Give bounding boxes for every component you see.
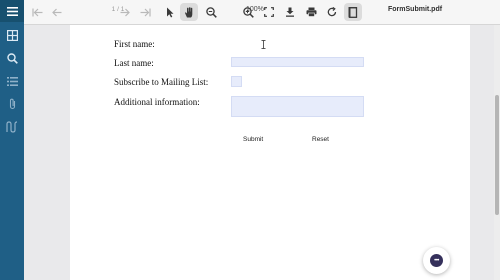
signature-button[interactable]	[0, 116, 24, 138]
last-page-button[interactable]	[138, 3, 152, 21]
chat-icon: •••	[430, 254, 443, 267]
fit-page-icon	[264, 7, 274, 17]
print-icon	[306, 7, 316, 17]
additional-info-field[interactable]	[231, 96, 364, 117]
pdf-page: First name: Last name: Subscribe to Mail…	[70, 25, 470, 280]
first-page-button[interactable]	[30, 3, 44, 21]
additional-info-label: Additional information:	[114, 97, 200, 107]
chat-button[interactable]: •••	[423, 247, 450, 274]
toolbar: 1 / 1 100% FormSubmit.pdf	[24, 0, 500, 25]
first-name-label: First name:	[114, 39, 155, 49]
zoom-out-button[interactable]	[204, 3, 218, 21]
text-cursor-icon	[261, 40, 266, 51]
thumbnails-button[interactable]	[0, 24, 24, 46]
thumbnails-icon	[6, 29, 18, 41]
document-properties-button[interactable]	[344, 3, 362, 21]
menu-icon	[6, 6, 18, 16]
attachments-button[interactable]	[0, 93, 24, 115]
select-cursor-icon	[167, 7, 174, 17]
next-page-icon	[120, 8, 130, 16]
subscribe-checkbox[interactable]	[231, 76, 242, 87]
zoom-in-icon	[242, 6, 254, 18]
download-button[interactable]	[283, 3, 297, 21]
last-page-icon	[140, 8, 151, 16]
menu-button[interactable]	[0, 0, 24, 22]
reset-button[interactable]: Reset	[312, 136, 329, 143]
zoom-out-icon	[205, 6, 217, 18]
rotate-button[interactable]	[325, 3, 339, 21]
subscribe-label: Subscribe to Mailing List:	[114, 77, 209, 87]
pan-tool-button[interactable]	[180, 3, 198, 21]
rotate-icon	[327, 7, 337, 17]
zoom-in-button[interactable]	[241, 3, 255, 21]
last-name-label: Last name:	[114, 58, 154, 68]
pan-hand-icon	[185, 6, 193, 17]
search-icon	[6, 52, 18, 64]
select-tool-button[interactable]	[163, 3, 177, 21]
vertical-scrollbar[interactable]	[494, 25, 500, 280]
outline-button[interactable]	[0, 70, 24, 92]
search-button[interactable]	[0, 47, 24, 69]
list-icon	[6, 76, 18, 86]
sidebar	[0, 0, 24, 280]
signature-icon	[6, 121, 18, 133]
attachment-icon	[9, 98, 15, 110]
download-icon	[286, 7, 294, 17]
submit-button[interactable]: Submit	[243, 136, 263, 143]
document-viewer: First name: Last name: Subscribe to Mail…	[24, 25, 494, 280]
file-name: FormSubmit.pdf	[388, 6, 443, 13]
document-properties-icon	[348, 6, 358, 18]
first-page-icon	[31, 8, 42, 16]
previous-page-icon	[52, 8, 62, 16]
fit-page-button[interactable]	[262, 3, 276, 21]
print-button[interactable]	[304, 3, 318, 21]
scrollbar-thumb[interactable]	[495, 95, 499, 215]
last-name-field[interactable]	[231, 57, 364, 67]
previous-page-button[interactable]	[50, 3, 64, 21]
next-page-button[interactable]	[118, 3, 132, 21]
